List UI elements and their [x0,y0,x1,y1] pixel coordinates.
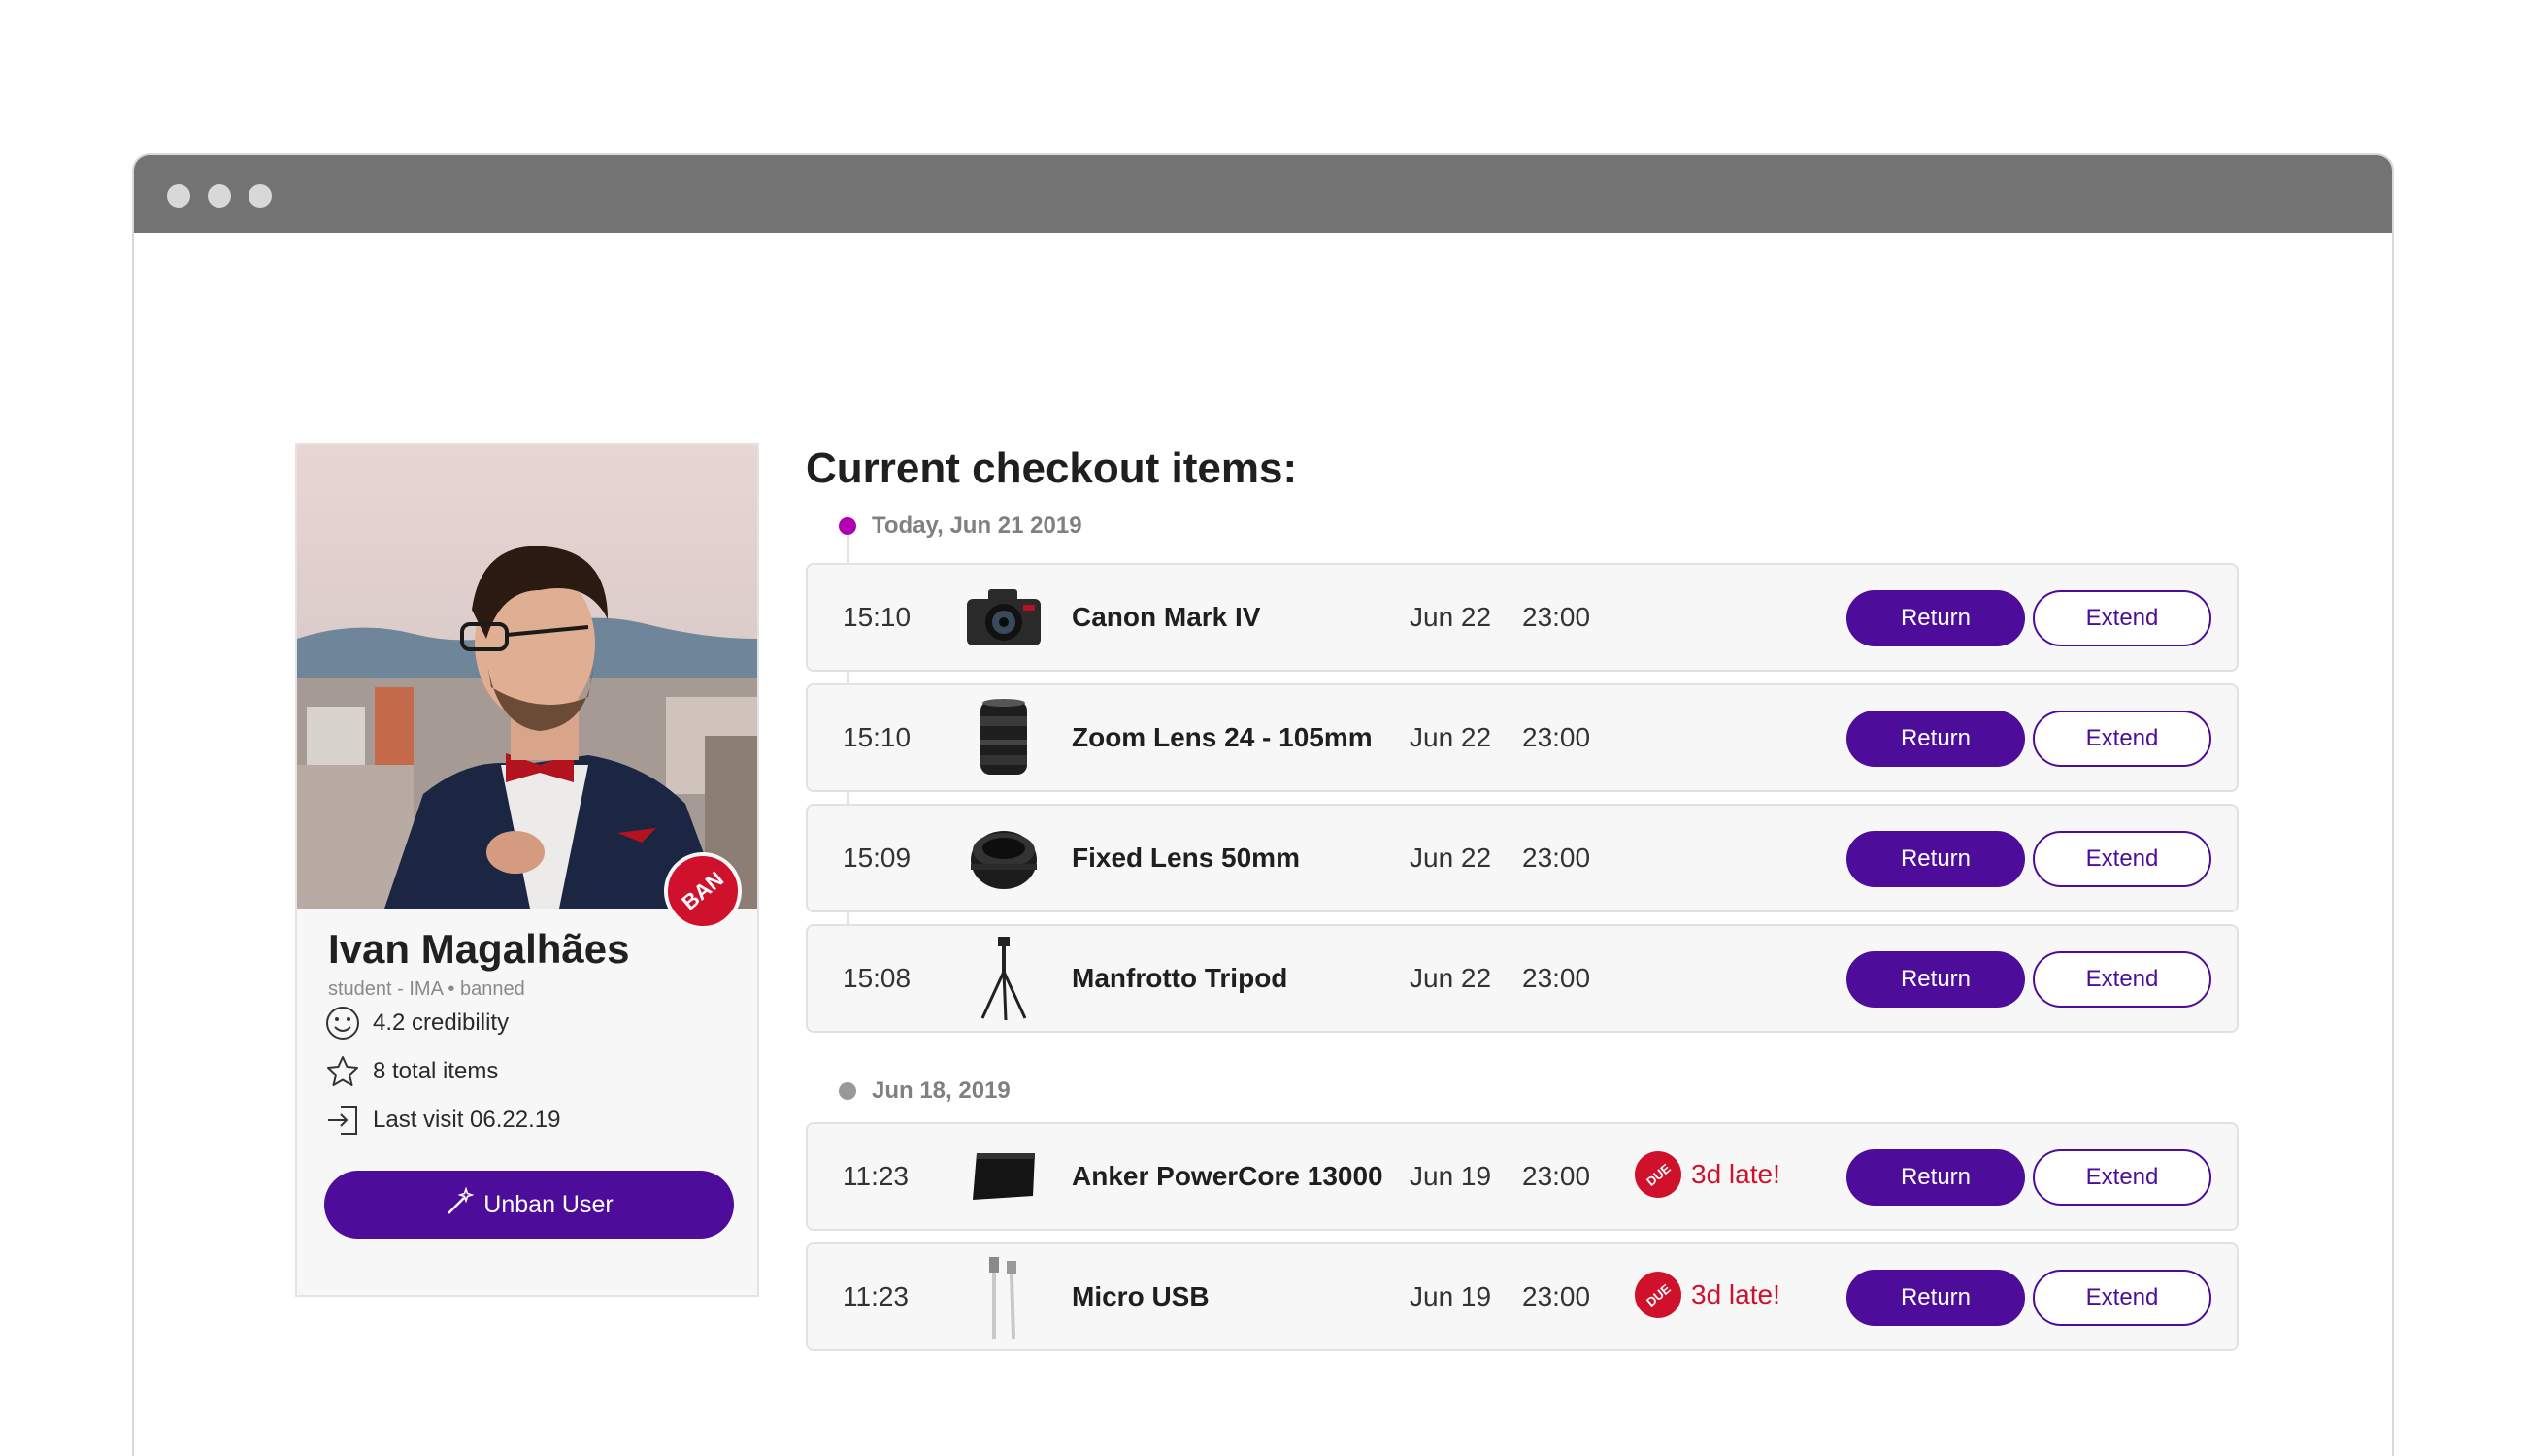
checkout-time: 11:23 [843,1281,909,1311]
return-button[interactable]: Return [1846,831,2025,887]
due-date: Jun 22 [1410,602,1492,632]
date-group-today: Today, Jun 21 2019 [839,513,1082,540]
checkout-time: 15:09 [843,843,912,873]
tripod-icon [963,937,1045,1021]
total-items-text: 8 total items [373,1058,499,1084]
checkout-title: Current checkout items: [806,445,1298,492]
fixed-lens-icon [963,817,1045,899]
separator-dot: • [448,978,460,1000]
usb-cable-icon [963,1256,1045,1340]
late-text: 3d late! [1691,1159,1780,1189]
checkout-time: 15:10 [843,602,912,632]
magic-wand-icon [445,1185,476,1224]
return-button[interactable]: Return [1846,951,2025,1008]
browser-window: BAN Ivan Magalhães student - IMA • banne… [132,153,2394,1456]
due-date: Jun 22 [1410,843,1492,873]
credibility-text: 4.2 credibility [373,1009,510,1036]
late-text: 3d late! [1691,1279,1780,1309]
due-date: Jun 22 [1410,963,1492,993]
item-name: Anker PowerCore 13000 [1072,1161,1383,1191]
checkout-row: 11:23 Micro USB Jun 19 23:00 DUE 3d late… [806,1242,2239,1351]
extend-button[interactable]: Extend [2033,1270,2211,1326]
user-status: banned [459,978,525,1000]
checkout-row: 15:10 Zoom Lens 24 - 105mm Jun 22 23:00 … [806,683,2239,792]
timeline-dot [839,517,856,535]
window-titlebar [134,155,2392,233]
due-time: 23:00 [1522,843,1591,873]
window-minimize-dot[interactable] [208,184,231,208]
item-name: Canon Mark IV [1072,602,1261,632]
due-date: Jun 19 [1410,1161,1492,1191]
unban-user-button[interactable]: Unban User [324,1171,734,1239]
item-name: Zoom Lens 24 - 105mm [1072,722,1373,752]
checkout-row: 11:23 Anker PowerCore 13000 Jun 19 23:00… [806,1122,2239,1231]
checkout-time: 15:08 [843,963,912,993]
checkout-time: 15:10 [843,722,912,752]
camera-icon [963,577,1045,658]
due-badge: DUE [1625,1142,1691,1208]
checkout-row: 15:10 Canon Mark IV Jun 22 23:00 Return … [806,563,2239,672]
due-time: 23:00 [1522,602,1591,632]
window-close-dot[interactable] [167,184,190,208]
item-name: Fixed Lens 50mm [1072,843,1300,873]
due-date: Jun 22 [1410,722,1492,752]
extend-button[interactable]: Extend [2033,831,2211,887]
date-group-jun-18: Jun 18, 2019 [839,1077,1011,1105]
user-name: Ivan Magalhães [328,926,630,972]
last-visit-text: Last visit 06.22.19 [373,1107,561,1133]
due-time: 23:00 [1522,722,1591,752]
checkout-row: 15:08 Manfrotto Tripod Jun 22 23:00 Retu… [806,924,2239,1033]
item-name: Manfrotto Tripod [1072,963,1288,993]
due-time: 23:00 [1522,1281,1591,1311]
return-button[interactable]: Return [1846,590,2025,646]
checkout-row: 15:09 Fixed Lens 50mm Jun 22 23:00 Retur… [806,804,2239,912]
window-zoom-dot[interactable] [249,184,272,208]
power-bank-icon [963,1136,1045,1217]
due-badge: DUE [1625,1262,1691,1328]
checkout-time: 11:23 [843,1161,909,1191]
user-role: student - IMA [328,978,443,1000]
late-indicator: DUE 3d late! [1625,1142,1780,1208]
extend-button[interactable]: Extend [2033,1149,2211,1206]
last-visit-stat: Last visit 06.22.19 [324,1101,560,1140]
total-items-stat: 8 total items [324,1052,498,1091]
smiley-icon [324,1005,361,1042]
extend-button[interactable]: Extend [2033,711,2211,767]
unban-user-label: Unban User [483,1190,614,1218]
return-button[interactable]: Return [1846,1149,2025,1206]
return-button[interactable]: Return [1846,711,2025,767]
return-button[interactable]: Return [1846,1270,2025,1326]
zoom-lens-icon [963,697,1045,778]
due-date: Jun 19 [1410,1281,1492,1311]
late-indicator: DUE 3d late! [1625,1262,1780,1328]
due-time: 23:00 [1522,1161,1591,1191]
item-name: Micro USB [1072,1281,1210,1311]
credibility-stat: 4.2 credibility [324,1004,509,1042]
date-group-label: Today, Jun 21 2019 [872,513,1082,539]
timeline-dot [839,1082,856,1100]
date-group-label: Jun 18, 2019 [872,1077,1011,1104]
user-subtitle: student - IMA • banned [328,978,525,1001]
extend-button[interactable]: Extend [2033,951,2211,1008]
star-icon [324,1053,361,1090]
extend-button[interactable]: Extend [2033,590,2211,646]
login-arrow-icon [324,1102,361,1139]
due-time: 23:00 [1522,963,1591,993]
user-profile-card: BAN Ivan Magalhães student - IMA • banne… [295,443,759,1297]
user-photo [297,445,757,909]
